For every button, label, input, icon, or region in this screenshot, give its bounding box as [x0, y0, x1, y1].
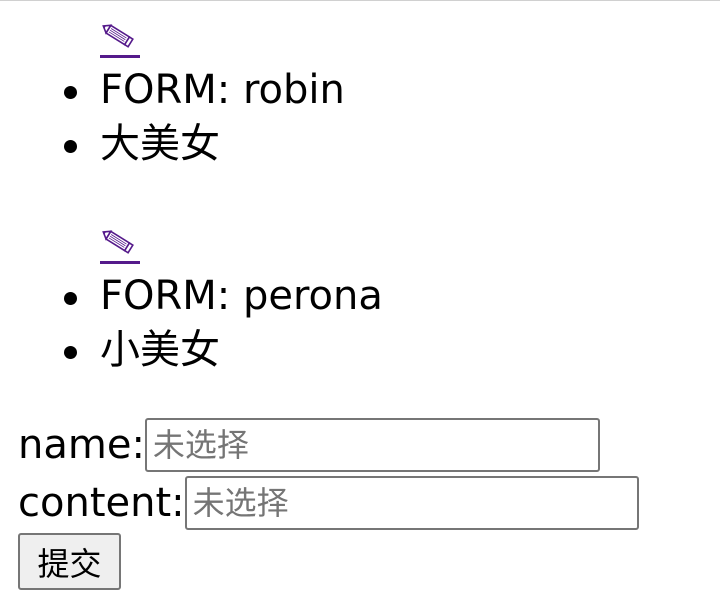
entry-details-list: FORM: robin 大美女: [0, 63, 720, 171]
name-input[interactable]: [144, 418, 600, 472]
entry-details-list: FORM: perona 小美女: [0, 269, 720, 377]
name-label: name:: [18, 422, 145, 468]
form-line: FORM: robin: [0, 63, 720, 117]
pencil-icon: [100, 225, 140, 261]
name-row: name:: [18, 417, 600, 473]
content-line: 小美女: [0, 323, 720, 377]
content-line: 大美女: [0, 117, 720, 171]
pencil-icon: [100, 19, 140, 55]
edit-link[interactable]: [100, 225, 140, 264]
form-line: FORM: perona: [0, 269, 720, 323]
content-label: content:: [18, 480, 185, 526]
content-row: content:: [18, 475, 639, 531]
submit-button[interactable]: 提交: [18, 533, 121, 590]
edit-link[interactable]: [100, 19, 140, 58]
content-input[interactable]: [184, 476, 639, 530]
